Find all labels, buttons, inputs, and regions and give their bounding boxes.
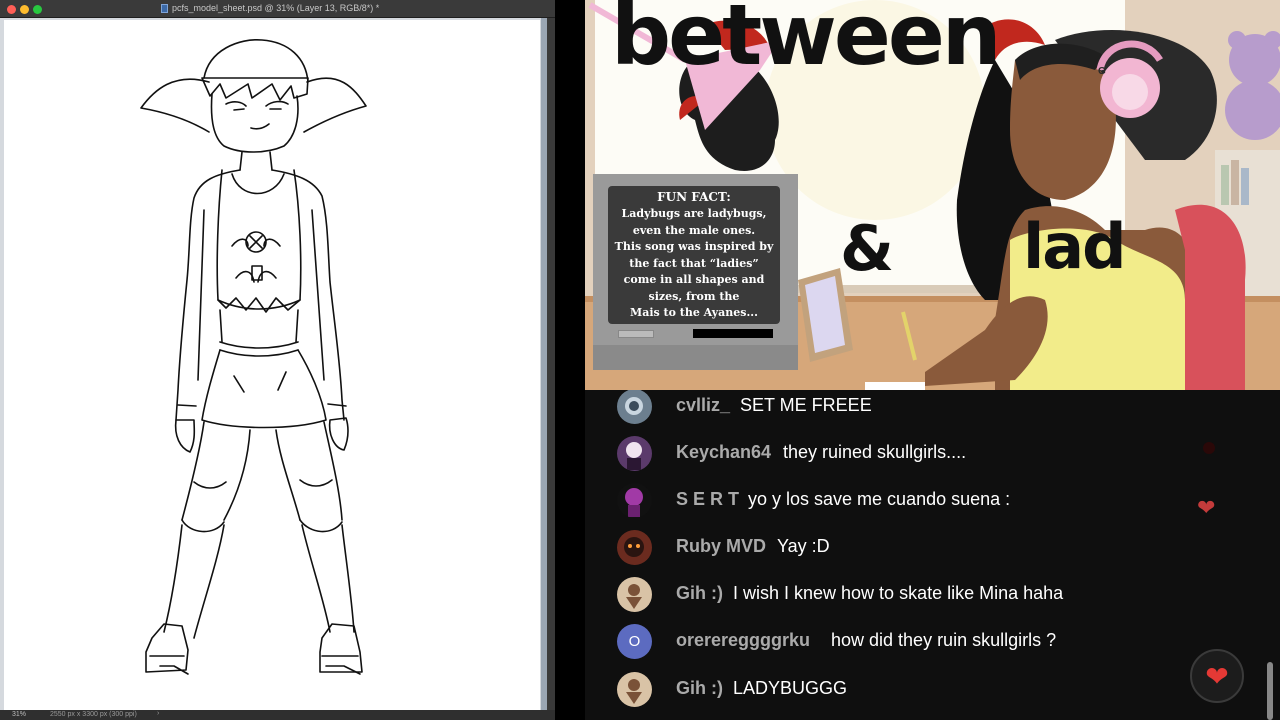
minimize-window-button[interactable] [20, 5, 29, 14]
avatar[interactable] [617, 436, 652, 471]
chat-author[interactable]: Ruby MVD [676, 536, 766, 557]
chat-message: Keychan64 they ruined skullgirls.... [585, 434, 1205, 474]
character-line-sketch [140, 39, 367, 675]
photoshop-window: pcfs_model_sheet.psd @ 31% (Layer 13, RG… [0, 0, 555, 720]
window-titlebar: pcfs_model_sheet.psd @ 31% (Layer 13, RG… [0, 0, 555, 18]
chat-text: LADYBUGGG [733, 678, 848, 698]
chat-text: Yay :D [777, 536, 830, 556]
chat-message: S E R T yo y los save me cuando suena : [585, 481, 1205, 521]
chat-text: yo y los save me cuando suena : [748, 489, 1011, 509]
chat-message: Gih :) LADYBUGGG [585, 670, 1205, 710]
video-title-fragment: lad [1023, 210, 1126, 283]
close-window-button[interactable] [7, 5, 16, 14]
fun-fact-title: FUN FACT: [657, 190, 731, 204]
chat-author[interactable]: Keychan64 [676, 442, 771, 463]
chat-text: SET ME FREEE [740, 395, 872, 415]
maximize-window-button[interactable] [33, 5, 42, 14]
chat-author[interactable]: Gih :) [676, 583, 723, 604]
faded-heart-reaction [1203, 442, 1215, 454]
chat-author[interactable]: orerereggggrku [676, 630, 810, 651]
headphone-letter: G [1098, 66, 1106, 77]
fun-fact-text: Ladybugs are ladybugs, even the male one… [614, 207, 774, 319]
document-size-readout: 2550 px x 3300 px (300 ppi) [50, 711, 137, 718]
chat-author[interactable]: Gih :) [676, 678, 723, 699]
chat-text: they ruined skullgirls.... [783, 442, 967, 462]
music-video-frame[interactable]: between & lad G FUN FACT: Ladybugs are l… [585, 0, 1280, 390]
chat-message: Gih :) I wish I knew how to skate like M… [585, 575, 1205, 615]
psd-document-icon [161, 4, 168, 13]
chat-message: O orerereggggrku how did they ruin skull… [585, 622, 1205, 662]
chat-scrollbar[interactable] [1267, 662, 1273, 720]
video-ampersand: & [840, 212, 895, 285]
heart-icon: ❤ [1205, 661, 1229, 692]
monitor-black-bar [693, 329, 773, 338]
avatar-letter: O [628, 633, 641, 650]
chat-text: how did they ruin skullgirls ? [831, 630, 1057, 650]
video-title-text: between [611, 0, 1002, 84]
zoom-level[interactable]: 31% [12, 711, 26, 718]
heart-reaction-icon: ❤ [1197, 495, 1216, 520]
fun-fact-screen: FUN FACT: Ladybugs are ladybugs, even th… [608, 186, 780, 324]
send-heart-button[interactable]: ❤ [1190, 649, 1244, 703]
chat-text: I wish I knew how to skate like Mina hah… [733, 583, 1064, 603]
avatar[interactable] [617, 577, 652, 612]
avatar[interactable] [617, 672, 652, 707]
status-menu-arrow-icon[interactable]: › [157, 710, 159, 717]
chat-author[interactable]: S E R T [676, 489, 739, 510]
chat-message: Ruby MVD Yay :D [585, 528, 1205, 568]
canvas-edge-strip [547, 18, 555, 710]
monitor-vent-decoration [618, 330, 654, 338]
avatar[interactable] [617, 390, 652, 424]
canvas-area[interactable] [0, 18, 555, 710]
document-canvas[interactable] [4, 20, 540, 710]
avatar[interactable]: O [617, 624, 652, 659]
status-bar: 31% 2550 px x 3300 px (300 ppi) › [0, 710, 555, 720]
chat-message: cvlliz_ SET ME FREEE [585, 390, 1205, 427]
document-title: pcfs_model_sheet.psd @ 31% (Layer 13, RG… [172, 3, 380, 13]
live-chat-panel: cvlliz_ SET ME FREEE Keychan64 they ruin… [585, 390, 1280, 720]
avatar[interactable] [617, 530, 652, 565]
avatar[interactable] [617, 483, 652, 518]
chat-author[interactable]: cvlliz_ [676, 395, 730, 416]
